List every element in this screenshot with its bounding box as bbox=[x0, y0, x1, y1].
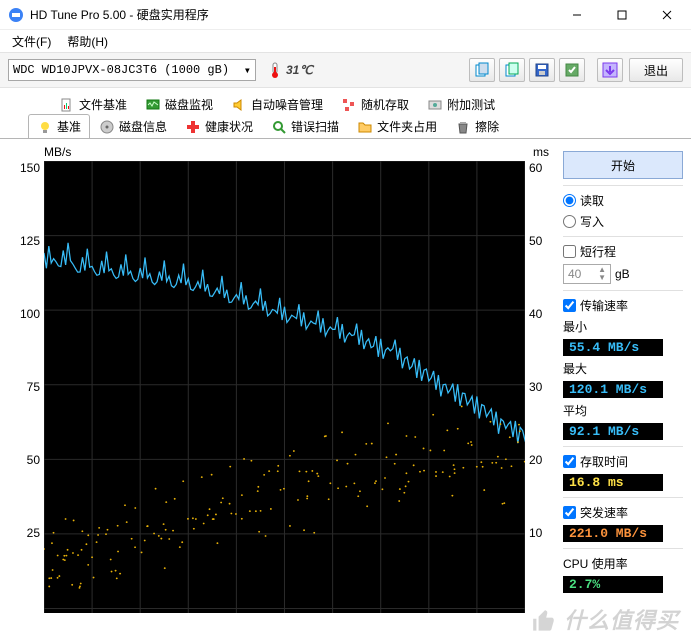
y-right-label: ms bbox=[533, 145, 549, 159]
bulb-icon bbox=[37, 119, 53, 135]
chevron-down-icon: ▾ bbox=[244, 63, 251, 78]
drive-selector[interactable]: WDC WD10JPVX-08JC3T6 (1000 gB) ▾ bbox=[8, 59, 256, 81]
burst-rate-value: 221.0 MB/s bbox=[563, 525, 663, 542]
ytick: 40 bbox=[529, 307, 542, 321]
start-button[interactable]: 开始 bbox=[563, 151, 683, 179]
health-icon bbox=[185, 119, 201, 135]
drive-name: WDC WD10JPVX-08JC3T6 (1000 gB) bbox=[13, 63, 229, 77]
menubar: 文件(F) 帮助(H) bbox=[0, 30, 691, 52]
tab-health[interactable]: 健康状况 bbox=[176, 114, 262, 138]
tab-aam[interactable]: 自动噪音管理 bbox=[222, 92, 332, 116]
toolbar: WDC WD10JPVX-08JC3T6 (1000 gB) ▾ 31℃ 退出 bbox=[0, 52, 691, 88]
avg-label: 平均 bbox=[563, 402, 683, 419]
write-radio[interactable]: 写入 bbox=[563, 213, 683, 230]
max-label: 最大 bbox=[563, 360, 683, 377]
thermometer-icon bbox=[268, 61, 282, 79]
ytick: 50 bbox=[27, 453, 40, 467]
tab-extra-tests[interactable]: 附加测试 bbox=[418, 92, 504, 116]
random-icon bbox=[341, 97, 357, 113]
min-value: 55.4 MB/s bbox=[563, 339, 663, 356]
transfer-rate-check[interactable]: 传输速率 bbox=[563, 297, 683, 314]
short-stroke-check[interactable]: 短行程 bbox=[563, 243, 683, 260]
app-icon bbox=[8, 7, 24, 23]
tab-row-main: 基准 磁盘信息 健康状况 错误扫描 文件夹占用 擦除 bbox=[0, 115, 691, 139]
read-radio[interactable]: 读取 bbox=[563, 192, 683, 209]
temperature-value: 31℃ bbox=[286, 63, 313, 77]
speaker-icon bbox=[231, 97, 247, 113]
y-left-label: MB/s bbox=[44, 145, 71, 159]
disk-icon bbox=[99, 119, 115, 135]
search-icon bbox=[271, 119, 287, 135]
tab-benchmark[interactable]: 基准 bbox=[28, 114, 90, 138]
short-stroke-spinner[interactable]: 40▲▼ bbox=[563, 264, 611, 284]
extra-icon bbox=[427, 97, 443, 113]
temperature-display: 31℃ bbox=[262, 59, 319, 81]
file-bench-icon bbox=[59, 97, 75, 113]
ytick: 50 bbox=[529, 234, 542, 248]
ytick bbox=[529, 599, 532, 613]
trash-icon bbox=[455, 119, 471, 135]
y-axis-right: 60 50 40 30 20 10 bbox=[525, 161, 555, 613]
ytick: 150 bbox=[20, 161, 40, 175]
save-button[interactable] bbox=[529, 58, 555, 82]
tab-info[interactable]: 磁盘信息 bbox=[90, 114, 176, 138]
maximize-button[interactable] bbox=[599, 0, 644, 29]
side-panel: 开始 读取 写入 短行程 40▲▼ gB 传输速率 最小 55.4 MB/s 最… bbox=[563, 145, 683, 613]
down-arrow-button[interactable] bbox=[597, 58, 623, 82]
tab-error-scan[interactable]: 错误扫描 bbox=[262, 114, 348, 138]
chart-plot bbox=[44, 161, 525, 613]
cpu-usage-value: 2.7% bbox=[563, 576, 663, 593]
ytick: 25 bbox=[27, 526, 40, 540]
tab-folder-usage[interactable]: 文件夹占用 bbox=[348, 114, 446, 138]
copy-info-button[interactable] bbox=[469, 58, 495, 82]
ytick: 20 bbox=[529, 453, 542, 467]
burst-rate-check[interactable]: 突发速率 bbox=[563, 504, 683, 521]
monitor-icon bbox=[145, 97, 161, 113]
ytick bbox=[37, 599, 40, 613]
tab-file-benchmark[interactable]: 文件基准 bbox=[50, 92, 136, 116]
ytick: 10 bbox=[529, 526, 542, 540]
tab-disk-monitor[interactable]: 磁盘监视 bbox=[136, 92, 222, 116]
minimize-button[interactable] bbox=[554, 0, 599, 29]
content-area: MB/s ms 150 125 100 75 50 25 60 50 40 30… bbox=[0, 139, 691, 613]
menu-file[interactable]: 文件(F) bbox=[4, 31, 59, 52]
options-button[interactable] bbox=[559, 58, 585, 82]
menu-help[interactable]: 帮助(H) bbox=[59, 31, 116, 52]
titlebar: HD Tune Pro 5.00 - 硬盘实用程序 bbox=[0, 0, 691, 30]
exit-button[interactable]: 退出 bbox=[629, 58, 683, 82]
ytick: 60 bbox=[529, 161, 542, 175]
ytick: 125 bbox=[20, 234, 40, 248]
folder-icon bbox=[357, 119, 373, 135]
chart-column: MB/s ms 150 125 100 75 50 25 60 50 40 30… bbox=[8, 145, 555, 613]
ytick: 30 bbox=[529, 380, 542, 394]
window-title: HD Tune Pro 5.00 - 硬盘实用程序 bbox=[30, 6, 554, 23]
cpu-usage-label: CPU 使用率 bbox=[563, 555, 683, 572]
min-label: 最小 bbox=[563, 318, 683, 335]
access-time-check[interactable]: 存取时间 bbox=[563, 453, 683, 470]
y-axis-left: 150 125 100 75 50 25 bbox=[8, 161, 44, 613]
ytick: 100 bbox=[20, 307, 40, 321]
avg-value: 92.1 MB/s bbox=[563, 423, 663, 440]
tab-random-access[interactable]: 随机存取 bbox=[332, 92, 418, 116]
access-time-value: 16.8 ms bbox=[563, 474, 663, 491]
ytick: 75 bbox=[27, 380, 40, 394]
screenshot-button[interactable] bbox=[499, 58, 525, 82]
unit-label: gB bbox=[615, 267, 630, 281]
tab-erase[interactable]: 擦除 bbox=[446, 114, 508, 138]
tab-row-top: 文件基准 磁盘监视 自动噪音管理 随机存取 附加测试 bbox=[0, 92, 691, 116]
close-button[interactable] bbox=[644, 0, 689, 29]
max-value: 120.1 MB/s bbox=[563, 381, 663, 398]
